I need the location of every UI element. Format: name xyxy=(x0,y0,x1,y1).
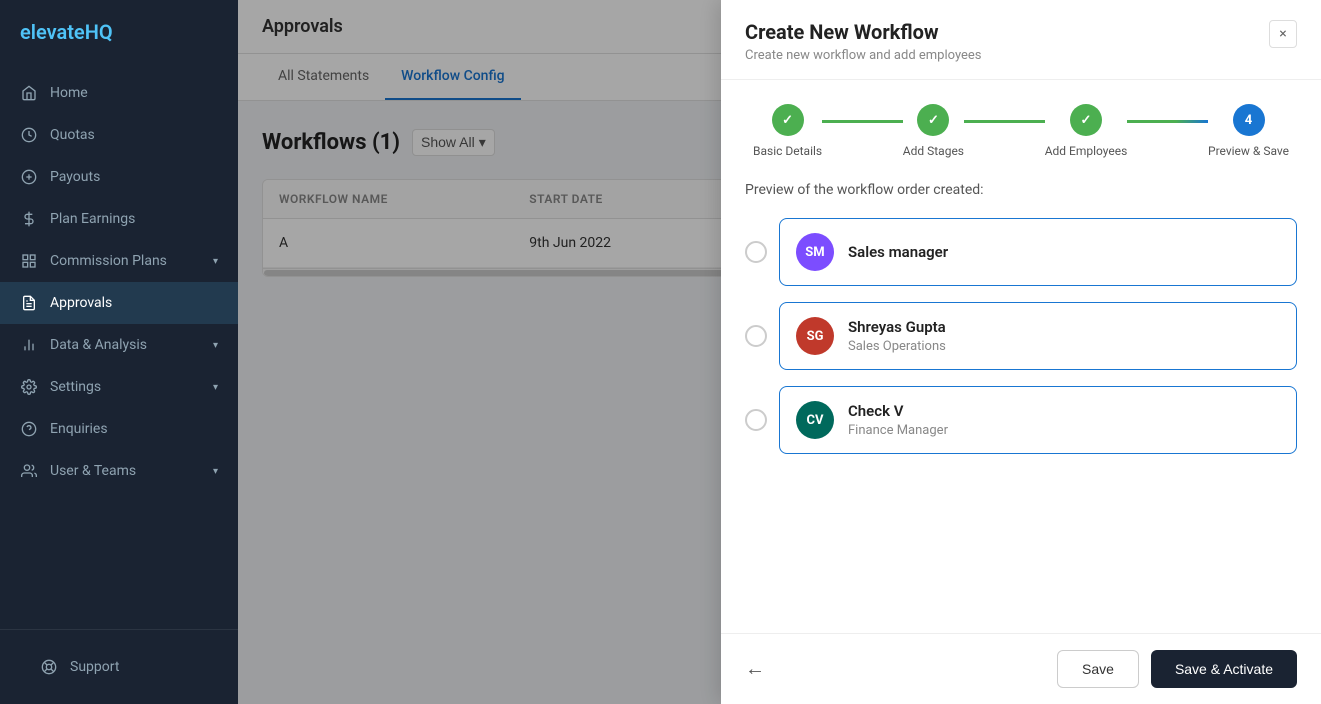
sidebar-item-label: Data & Analysis xyxy=(50,337,147,353)
payouts-icon xyxy=(20,168,38,186)
workflow-card-role-1: Sales Operations xyxy=(848,339,946,354)
sidebar-item-support[interactable]: Support xyxy=(20,646,218,688)
home-icon xyxy=(20,84,38,102)
close-button[interactable]: × xyxy=(1269,20,1297,48)
avatar-2: CV xyxy=(796,401,834,439)
sidebar-item-plan-earnings[interactable]: Plan Earnings xyxy=(0,198,238,240)
modal-subtitle: Create new workflow and add employees xyxy=(745,48,982,63)
sidebar-item-label: Plan Earnings xyxy=(50,211,135,227)
data-analysis-icon xyxy=(20,336,38,354)
step-circle-add-employees xyxy=(1070,104,1102,136)
workflow-radio-0[interactable] xyxy=(745,241,767,263)
chevron-down-icon: ▾ xyxy=(213,256,218,267)
sidebar-item-label: Payouts xyxy=(50,169,100,185)
workflow-item-1: SG Shreyas Gupta Sales Operations xyxy=(745,302,1297,370)
workflow-card-name-1: Shreyas Gupta xyxy=(848,318,946,336)
back-button[interactable]: ← xyxy=(745,658,765,681)
chevron-down-icon: ▾ xyxy=(213,340,218,351)
user-teams-icon xyxy=(20,462,38,480)
step-label-add-stages: Add Stages xyxy=(903,144,964,158)
workflow-item-2: CV Check V Finance Manager xyxy=(745,386,1297,454)
preview-title: Preview of the workflow order created: xyxy=(745,182,1297,198)
step-add-employees: Add Employees xyxy=(1045,104,1128,158)
sidebar-item-user-teams[interactable]: User & Teams ▾ xyxy=(0,450,238,492)
sidebar-item-payouts[interactable]: Payouts xyxy=(0,156,238,198)
sidebar-item-label: Home xyxy=(50,85,88,101)
avatar-0: SM xyxy=(796,233,834,271)
sidebar-item-label: User & Teams xyxy=(50,463,136,479)
sidebar-nav: Home Quotas Payouts Plan Earnings Commis xyxy=(0,64,238,629)
save-button[interactable]: Save xyxy=(1057,650,1139,688)
step-circle-add-stages xyxy=(917,104,949,136)
chevron-down-icon: ▾ xyxy=(213,382,218,393)
save-activate-button[interactable]: Save & Activate xyxy=(1151,650,1297,688)
step-basic-details: Basic Details xyxy=(753,104,822,158)
sidebar-item-settings[interactable]: Settings ▾ xyxy=(0,366,238,408)
sidebar-item-commission-plans[interactable]: Commission Plans ▾ xyxy=(0,240,238,282)
step-circle-basic-details xyxy=(772,104,804,136)
step-label-basic-details: Basic Details xyxy=(753,144,822,158)
sidebar: elevateHQ Home Quotas Payouts Plan xyxy=(0,0,238,704)
step-line-3 xyxy=(1127,120,1208,123)
settings-icon xyxy=(20,378,38,396)
step-circle-preview-save: 4 xyxy=(1233,104,1265,136)
modal-footer: ← Save Save & Activate xyxy=(721,633,1321,704)
sidebar-footer: Support xyxy=(0,629,238,704)
modal-header: Create New Workflow Create new workflow … xyxy=(721,0,1321,80)
approvals-icon xyxy=(20,294,38,312)
step-label-add-employees: Add Employees xyxy=(1045,144,1128,158)
create-workflow-modal: Create New Workflow Create new workflow … xyxy=(721,0,1321,704)
chevron-down-icon: ▾ xyxy=(213,466,218,477)
workflow-card-name-2: Check V xyxy=(848,402,948,420)
modal-body: Preview of the workflow order created: S… xyxy=(721,174,1321,633)
sidebar-item-label: Approvals xyxy=(50,295,112,311)
workflow-card-1: SG Shreyas Gupta Sales Operations xyxy=(779,302,1297,370)
support-icon xyxy=(40,658,58,676)
sidebar-item-enquiries[interactable]: Enquiries xyxy=(0,408,238,450)
workflow-card-name-0: Sales manager xyxy=(848,243,948,261)
step-add-stages: Add Stages xyxy=(903,104,964,158)
enquiries-icon xyxy=(20,420,38,438)
sidebar-item-home[interactable]: Home xyxy=(0,72,238,114)
sidebar-item-label: Support xyxy=(70,659,119,675)
sidebar-item-label: Commission Plans xyxy=(50,253,167,269)
workflow-card-0: SM Sales manager xyxy=(779,218,1297,286)
quotas-icon xyxy=(20,126,38,144)
logo-text: elevateHQ xyxy=(20,20,113,44)
step-line-1 xyxy=(822,120,903,123)
plan-earnings-icon xyxy=(20,210,38,228)
workflow-item-0: SM Sales manager xyxy=(745,218,1297,286)
modal-title: Create New Workflow xyxy=(745,20,982,44)
sidebar-item-label: Settings xyxy=(50,379,101,395)
sidebar-item-data-analysis[interactable]: Data & Analysis ▾ xyxy=(0,324,238,366)
step-label-preview-save: Preview & Save xyxy=(1208,144,1289,158)
sidebar-item-approvals[interactable]: Approvals xyxy=(0,282,238,324)
workflow-card-role-2: Finance Manager xyxy=(848,423,948,438)
sidebar-item-label: Quotas xyxy=(50,127,95,143)
workflow-radio-1[interactable] xyxy=(745,325,767,347)
sidebar-item-quotas[interactable]: Quotas xyxy=(0,114,238,156)
commission-plans-icon xyxy=(20,252,38,270)
sidebar-item-label: Enquiries xyxy=(50,421,108,437)
logo: elevateHQ xyxy=(0,0,238,64)
step-line-2 xyxy=(964,120,1045,123)
workflow-stepper: Basic Details Add Stages Add Employees 4 xyxy=(721,80,1321,174)
workflow-card-2: CV Check V Finance Manager xyxy=(779,386,1297,454)
workflow-radio-2[interactable] xyxy=(745,409,767,431)
avatar-1: SG xyxy=(796,317,834,355)
step-preview-save: 4 Preview & Save xyxy=(1208,104,1289,158)
